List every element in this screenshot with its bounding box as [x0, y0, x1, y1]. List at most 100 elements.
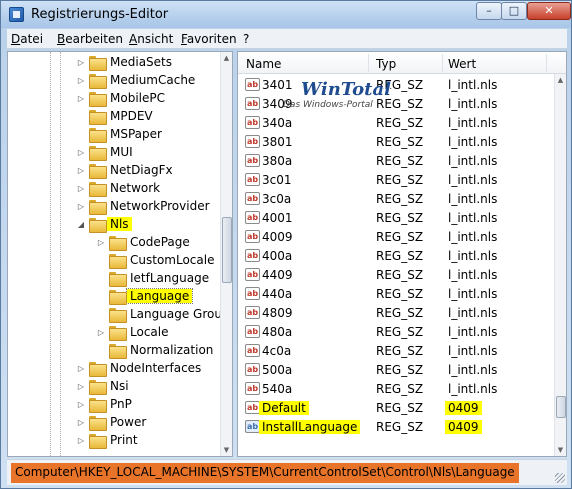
- tree-item-customlocale[interactable]: CustomLocale: [96, 251, 214, 269]
- tree-item-language[interactable]: Language: [96, 287, 194, 305]
- expand-arrow-icon[interactable]: ▷: [76, 400, 86, 409]
- tree-item-codepage[interactable]: ▷ CodePage: [96, 233, 190, 251]
- tree-item-nls[interactable]: ◢ Nls: [76, 215, 132, 233]
- value-data-text: l_intl.nls: [448, 116, 498, 130]
- value-row[interactable]: ab 500a REG_SZ l_intl.nls: [238, 361, 556, 380]
- tree-item-netdiagfx[interactable]: ▷ NetDiagFx: [76, 161, 173, 179]
- tree-item-pnp[interactable]: ▷ PnP: [76, 395, 132, 413]
- value-row[interactable]: ab 400a REG_SZ l_intl.nls: [238, 247, 556, 266]
- menu-bar: Datei Bearbeiten Ansicht Favoriten ?: [7, 29, 567, 49]
- value-name-text: 540a: [262, 382, 293, 396]
- close-button[interactable]: ✕: [527, 2, 571, 20]
- value-row[interactable]: ab 540a REG_SZ l_intl.nls: [238, 380, 556, 399]
- value-name: 440a: [262, 287, 292, 301]
- scroll-up-arrow-icon[interactable]: ▲: [221, 52, 232, 64]
- expand-arrow-icon[interactable]: ▷: [76, 94, 86, 103]
- expand-arrow-icon[interactable]: ▷: [76, 148, 86, 157]
- menu-datei[interactable]: Datei: [11, 32, 43, 46]
- tree-item-mobilepc[interactable]: ▷ MobilePC: [76, 89, 165, 107]
- menu-help[interactable]: ?: [243, 32, 249, 46]
- folder-icon: [89, 163, 107, 179]
- tree-item-networkprovider[interactable]: ▷ NetworkProvider: [76, 197, 210, 215]
- tree-item-locale[interactable]: ▷ Locale: [96, 323, 168, 341]
- tree-item-mpdev[interactable]: MPDEV: [76, 107, 153, 125]
- value-name: InstallLanguage: [259, 420, 361, 434]
- column-separator[interactable]: [368, 54, 369, 72]
- tree-scroll-thumb[interactable]: [222, 217, 232, 283]
- watermark-title: WinTotal: [301, 79, 391, 100]
- maximize-button[interactable]: □: [501, 2, 527, 20]
- list-scroll-thumb[interactable]: [556, 396, 566, 418]
- value-row[interactable]: ab 3c01 REG_SZ l_intl.nls: [238, 171, 556, 190]
- tree-item-label: NodeInterfaces: [110, 361, 202, 375]
- scroll-down-arrow-icon[interactable]: ▼: [221, 444, 232, 456]
- expand-arrow-icon[interactable]: ▷: [76, 184, 86, 193]
- tree-item-nodeinterfaces[interactable]: ▷ NodeInterfaces: [76, 359, 201, 377]
- tree-item-network[interactable]: ▷ Network: [76, 179, 160, 197]
- scroll-down-arrow-icon[interactable]: ▼: [555, 444, 566, 456]
- column-header-data[interactable]: Wert: [448, 57, 476, 71]
- menu-ansicht[interactable]: Ansicht: [129, 32, 173, 46]
- value-data-text: l_intl.nls: [448, 363, 498, 377]
- watermark-subtitle: Das Windows-Portal: [283, 100, 373, 110]
- column-header-type[interactable]: Typ: [376, 57, 396, 71]
- value-row[interactable]: ab 3801 REG_SZ l_intl.nls: [238, 133, 556, 152]
- resize-grip-icon[interactable]: [555, 473, 565, 483]
- value-row[interactable]: ab 4001 REG_SZ l_intl.nls: [238, 209, 556, 228]
- tree-item-print[interactable]: ▷ Print: [76, 431, 138, 449]
- value-row[interactable]: ab Default REG_SZ 0409: [238, 399, 556, 418]
- value-name-text: 4409: [262, 268, 293, 282]
- value-row[interactable]: ab 480a REG_SZ l_intl.nls: [238, 323, 556, 342]
- value-row[interactable]: ab 340a REG_SZ l_intl.nls: [238, 114, 556, 133]
- tree-item-mui[interactable]: ▷ MUI: [76, 143, 133, 161]
- value-name-text: 3c0a: [262, 192, 292, 206]
- value-row[interactable]: ab 4c0a REG_SZ l_intl.nls: [238, 342, 556, 361]
- tree-item-ietflanguage[interactable]: IetfLanguage: [96, 269, 209, 287]
- folder-icon: [89, 73, 107, 89]
- column-header-name[interactable]: Name: [246, 57, 281, 71]
- value-row[interactable]: ab 4409 REG_SZ l_intl.nls: [238, 266, 556, 285]
- tree-item-label: MSPaper: [110, 127, 162, 141]
- menu-favoriten[interactable]: Favoriten: [181, 32, 237, 46]
- collapse-arrow-icon[interactable]: ◢: [76, 220, 86, 229]
- scroll-up-arrow-icon[interactable]: ▲: [555, 74, 566, 86]
- column-separator[interactable]: [442, 54, 443, 72]
- menu-bearbeiten[interactable]: Bearbeiten: [57, 32, 123, 46]
- value-row[interactable]: ab 4809 REG_SZ l_intl.nls: [238, 304, 556, 323]
- value-data-text: l_intl.nls: [448, 287, 498, 301]
- expand-arrow-icon[interactable]: ▷: [76, 418, 86, 427]
- tree-item-language-group[interactable]: Language Group: [96, 305, 230, 323]
- minimize-button[interactable]: –: [476, 2, 502, 20]
- value-row[interactable]: ab InstallLanguage REG_SZ 0409: [238, 418, 556, 437]
- tree-item-power[interactable]: ▷ Power: [76, 413, 146, 431]
- expand-arrow-icon[interactable]: ▷: [76, 364, 86, 373]
- tree-item-normalization[interactable]: Normalization: [96, 341, 213, 359]
- tree-item-mspaper[interactable]: MSPaper: [76, 125, 162, 143]
- tree-item-nsi[interactable]: ▷ Nsi: [76, 377, 129, 395]
- value-data-text: l_intl.nls: [448, 135, 498, 149]
- tree-item-label: NetDiagFx: [110, 163, 173, 177]
- expand-arrow-icon[interactable]: ▷: [76, 382, 86, 391]
- value-name-text: 500a: [262, 363, 293, 377]
- column-separator[interactable]: [546, 54, 547, 72]
- expand-arrow-icon[interactable]: ▷: [76, 166, 86, 175]
- value-row[interactable]: ab 3c0a REG_SZ l_intl.nls: [238, 190, 556, 209]
- expand-arrow-icon[interactable]: ▷: [96, 328, 106, 337]
- value-row[interactable]: ab 4009 REG_SZ l_intl.nls: [238, 228, 556, 247]
- value-name: 540a: [262, 382, 292, 396]
- value-data: 0409: [445, 401, 482, 415]
- tree-item-mediasets[interactable]: ▷ MediaSets: [76, 53, 172, 71]
- key-tree-pane[interactable]: ▷ MediaSets ▷ MediumCache ▷ MobilePC MPDEV MSPa…: [7, 51, 233, 457]
- expand-arrow-icon[interactable]: ▷: [76, 58, 86, 67]
- value-row[interactable]: ab 440a REG_SZ l_intl.nls: [238, 285, 556, 304]
- value-row[interactable]: ab 380a REG_SZ l_intl.nls: [238, 152, 556, 171]
- list-vertical-scrollbar[interactable]: ▲ ▼: [554, 74, 566, 456]
- expand-arrow-icon[interactable]: ▷: [96, 238, 106, 247]
- tree-vertical-scrollbar[interactable]: ▲ ▼: [220, 52, 232, 456]
- value-data-text: 0409: [445, 401, 482, 415]
- tree-item-mediumcache[interactable]: ▷ MediumCache: [76, 71, 195, 89]
- expand-arrow-icon[interactable]: ▷: [76, 436, 86, 445]
- expand-arrow-icon[interactable]: ▷: [76, 202, 86, 211]
- expand-arrow-icon[interactable]: ▷: [76, 76, 86, 85]
- title-bar[interactable]: Registrierungs-Editor – □ ✕: [1, 1, 571, 28]
